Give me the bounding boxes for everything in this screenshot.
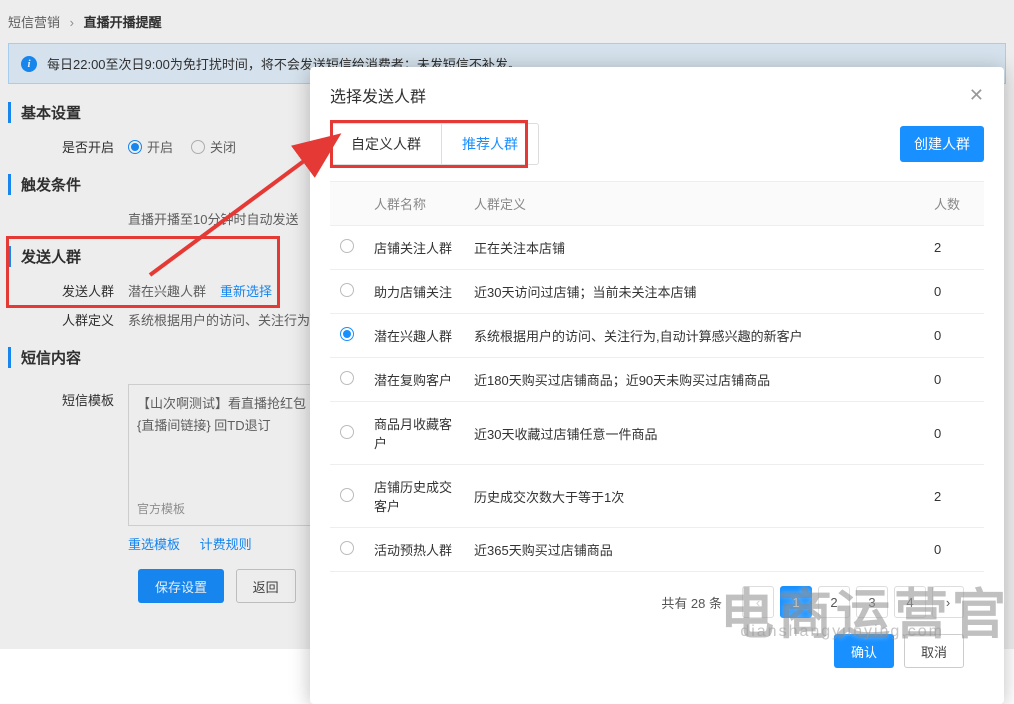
- row-count: 0: [924, 270, 984, 314]
- select-audience-modal: 选择发送人群 ✕ 自定义人群 推荐人群 创建人群 人群名称 人群定义 人数 店铺…: [310, 67, 1004, 704]
- row-count: 0: [924, 314, 984, 358]
- row-name: 潜在兴趣人群: [364, 314, 464, 358]
- row-count: 0: [924, 402, 984, 465]
- row-name: 助力店铺关注: [364, 270, 464, 314]
- pager-page-4[interactable]: 4: [894, 586, 926, 618]
- row-count: 0: [924, 528, 984, 572]
- row-def: 近365天购买过店铺商品: [464, 528, 924, 572]
- row-def: 近30天收藏过店铺任意一件商品: [464, 402, 924, 465]
- create-audience-button[interactable]: 创建人群: [900, 126, 984, 162]
- table-row[interactable]: 潜在复购客户近180天购买过店铺商品；近90天未购买过店铺商品0: [330, 358, 984, 402]
- row-radio[interactable]: [340, 488, 354, 502]
- row-def: 正在关注本店铺: [464, 226, 924, 270]
- row-radio[interactable]: [340, 541, 354, 555]
- table-row[interactable]: 助力店铺关注近30天访问过店铺；当前未关注本店铺0: [330, 270, 984, 314]
- tab-recommend-audience[interactable]: 推荐人群: [441, 124, 538, 164]
- col-count: 人数: [924, 182, 984, 226]
- table-row[interactable]: 活动预热人群近365天购买过店铺商品0: [330, 528, 984, 572]
- row-count: 2: [924, 465, 984, 528]
- pager-prev[interactable]: ‹: [742, 586, 774, 618]
- row-def: 近30天访问过店铺；当前未关注本店铺: [464, 270, 924, 314]
- row-count: 0: [924, 358, 984, 402]
- pager: ‹ 1234 ›: [742, 586, 964, 618]
- audience-tabs: 自定义人群 推荐人群: [330, 123, 539, 165]
- row-count: 2: [924, 226, 984, 270]
- row-def: 历史成交次数大于等于1次: [464, 465, 924, 528]
- table-row[interactable]: 店铺关注人群正在关注本店铺2: [330, 226, 984, 270]
- pager-next[interactable]: ›: [932, 586, 964, 618]
- modal-ok-button[interactable]: 确认: [834, 634, 894, 668]
- col-def: 人群定义: [464, 182, 924, 226]
- row-radio[interactable]: [340, 327, 354, 341]
- row-def: 系统根据用户的访问、关注行为,自动计算感兴趣的新客户: [464, 314, 924, 358]
- row-radio[interactable]: [340, 425, 354, 439]
- tab-custom-audience[interactable]: 自定义人群: [331, 124, 441, 164]
- pager-page-2[interactable]: 2: [818, 586, 850, 618]
- table-row[interactable]: 商品月收藏客户近30天收藏过店铺任意一件商品0: [330, 402, 984, 465]
- row-name: 活动预热人群: [364, 528, 464, 572]
- row-name: 店铺关注人群: [364, 226, 464, 270]
- pager-page-3[interactable]: 3: [856, 586, 888, 618]
- page-info: 共有 28 条: [661, 593, 722, 612]
- close-icon[interactable]: ✕: [969, 85, 984, 106]
- col-name: 人群名称: [364, 182, 464, 226]
- row-name: 潜在复购客户: [364, 358, 464, 402]
- row-radio[interactable]: [340, 371, 354, 385]
- table-row[interactable]: 潜在兴趣人群系统根据用户的访问、关注行为,自动计算感兴趣的新客户0: [330, 314, 984, 358]
- audience-table: 人群名称 人群定义 人数 店铺关注人群正在关注本店铺2助力店铺关注近30天访问过…: [330, 181, 984, 572]
- pager-page-1[interactable]: 1: [780, 586, 812, 618]
- table-row[interactable]: 店铺历史成交客户历史成交次数大于等于1次2: [330, 465, 984, 528]
- row-name: 商品月收藏客户: [364, 402, 464, 465]
- row-name: 店铺历史成交客户: [364, 465, 464, 528]
- row-radio[interactable]: [340, 283, 354, 297]
- row-radio[interactable]: [340, 239, 354, 253]
- row-def: 近180天购买过店铺商品；近90天未购买过店铺商品: [464, 358, 924, 402]
- modal-title: 选择发送人群: [330, 83, 426, 107]
- modal-cancel-button[interactable]: 取消: [904, 634, 964, 668]
